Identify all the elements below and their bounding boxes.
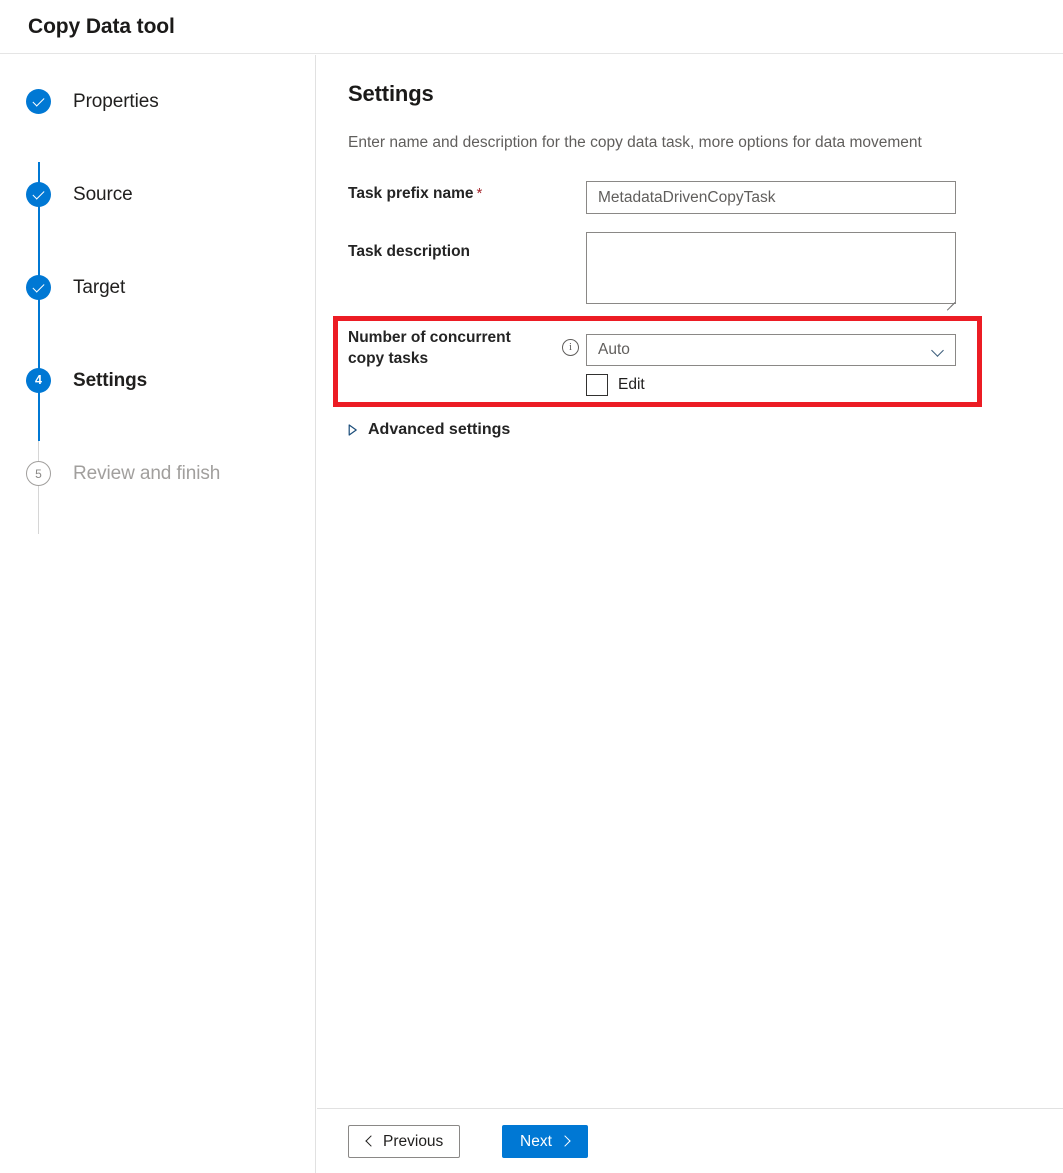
info-icon[interactable]: i: [562, 339, 579, 356]
chevron-right-icon: [561, 1137, 570, 1146]
sidebar-item-target[interactable]: Target: [0, 241, 315, 334]
concurrent-copy-tasks-label-line2: copy tasks: [348, 350, 428, 367]
step-marker-number-review: 5: [26, 461, 51, 486]
advanced-settings-expander[interactable]: Advanced settings: [348, 421, 510, 439]
step-connector-2: [38, 255, 40, 348]
task-prefix-name-label-text: Task prefix name: [348, 185, 474, 202]
chevron-down-icon: [932, 344, 944, 356]
concurrent-copy-tasks-label: Number of concurrent copy tasks: [348, 327, 563, 369]
edit-checkbox-row[interactable]: Edit: [586, 374, 645, 396]
task-description-label: Task description: [348, 241, 470, 262]
sidebar-item-review-and-finish[interactable]: 5 Review and finish: [0, 427, 315, 520]
page-title: Copy Data tool: [28, 15, 175, 39]
task-prefix-name-input[interactable]: [586, 181, 956, 214]
edit-checkbox[interactable]: [586, 374, 608, 396]
edit-checkbox-label: Edit: [618, 376, 645, 394]
previous-button-label: Previous: [383, 1133, 443, 1151]
sidebar-item-source[interactable]: Source: [0, 148, 315, 241]
sidebar-item-settings[interactable]: 4 Settings: [0, 334, 315, 427]
concurrent-copy-tasks-selected-value: Auto: [598, 341, 932, 359]
sidebar-item-label-source: Source: [73, 184, 133, 206]
wizard-sidebar: Properties Source Target 4 Settings 5: [0, 55, 316, 1173]
step-connector-1: [38, 162, 40, 255]
previous-button[interactable]: Previous: [348, 1125, 460, 1158]
next-button-label: Next: [520, 1133, 552, 1151]
pane-title: Settings: [348, 81, 434, 107]
triangle-right-icon: [348, 424, 357, 436]
step-marker-check-properties: [26, 89, 51, 114]
step-connector-4: [38, 441, 39, 534]
window-header: Copy Data tool: [0, 0, 1063, 54]
step-marker-number-settings: 4: [26, 368, 51, 393]
sidebar-item-label-target: Target: [73, 277, 125, 299]
concurrent-copy-tasks-dropdown[interactable]: Auto: [586, 334, 956, 366]
concurrent-copy-tasks-label-line1: Number of concurrent: [348, 329, 511, 346]
sidebar-item-label-properties: Properties: [73, 91, 159, 113]
wizard-footer: Previous Next: [317, 1108, 1063, 1173]
task-prefix-name-label: Task prefix name*: [348, 183, 482, 204]
step-connector-3: [38, 348, 40, 441]
sidebar-item-properties[interactable]: Properties: [0, 55, 315, 148]
sidebar-item-label-review-and-finish: Review and finish: [73, 463, 220, 485]
advanced-settings-label: Advanced settings: [368, 421, 510, 439]
copy-data-tool-window: Copy Data tool Properties Source: [0, 0, 1063, 1173]
step-marker-check-source: [26, 182, 51, 207]
task-description-textarea[interactable]: [586, 232, 956, 304]
sidebar-item-label-settings: Settings: [73, 370, 147, 392]
chevron-left-icon: [365, 1137, 374, 1146]
pane-description: Enter name and description for the copy …: [348, 134, 922, 152]
step-marker-check-target: [26, 275, 51, 300]
required-asterisk: *: [477, 185, 483, 202]
wizard-step-list: Properties Source Target 4 Settings 5: [0, 55, 315, 520]
settings-pane: Settings Enter name and description for …: [317, 55, 1063, 1108]
next-button[interactable]: Next: [502, 1125, 588, 1158]
